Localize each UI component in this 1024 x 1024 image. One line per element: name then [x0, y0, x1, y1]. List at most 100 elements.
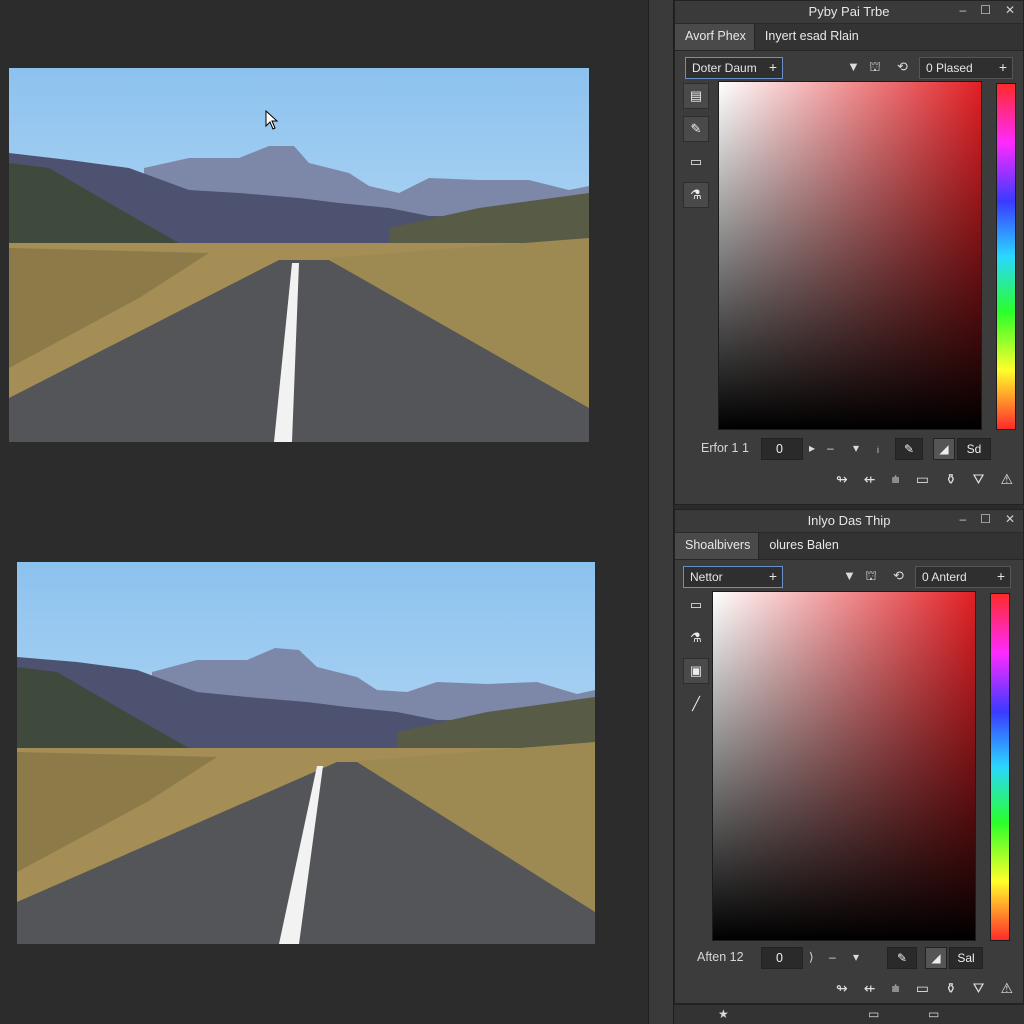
warning-icon[interactable]: ⚠: [1000, 980, 1013, 997]
canvas-area: [0, 0, 648, 1024]
color-panel-top: Pyby Pai Trbe – ☐ ✕ Avorf Phex Inyert es…: [674, 0, 1024, 505]
panel-divider[interactable]: [648, 0, 674, 1024]
minus-icon[interactable]: –: [829, 950, 836, 964]
dropdown-label: Nettor: [690, 570, 723, 584]
bottom-toolbar: ↬ ⇷ ⩧ ▭ ⚱ ⛛ ⚠: [836, 471, 1013, 488]
panel-titlebar[interactable]: Inlyo Das Thip – ☐ ✕: [675, 510, 1023, 533]
filter-icon[interactable]: ⛛: [973, 471, 985, 488]
rectangle-icon[interactable]: ▭: [916, 471, 929, 488]
value-input[interactable]: 0: [761, 947, 803, 969]
dropdown-arrow-icon[interactable]: ▾: [853, 950, 859, 964]
step-icon[interactable]: ▸: [809, 441, 815, 455]
tab-1[interactable]: Shoalbivers: [675, 533, 760, 559]
mode-field[interactable]: 0 Anterd +: [915, 566, 1011, 588]
swatch-button[interactable]: ◢: [925, 947, 947, 969]
layer-tool-icon[interactable]: ▤: [683, 83, 709, 109]
settings-button[interactable]: Sd: [957, 438, 991, 460]
color-panel-bottom: Inlyo Das Thip – ☐ ✕ Shoalbivers olures …: [674, 509, 1024, 1004]
hue-slider[interactable]: [990, 593, 1010, 941]
value-row: Erfor 1 1 0 ▸ – ▾ ᵢ ✎ ◢ Sd: [675, 436, 1023, 462]
value-input[interactable]: 0: [761, 438, 803, 460]
rotate-icon[interactable]: ⟲: [897, 59, 908, 75]
bucket-icon[interactable]: ⚱: [945, 471, 957, 488]
plus-icon: +: [768, 568, 777, 584]
color-saturation-field[interactable]: [712, 591, 976, 941]
minimize-icon[interactable]: –: [959, 512, 966, 526]
mode-label: 0 Plased: [926, 61, 973, 75]
swatch-icon: ◢: [939, 442, 949, 456]
plus-icon: +: [998, 59, 1007, 75]
landscape-image: [17, 562, 595, 944]
status-footer: ★ ▭ ▭: [674, 1004, 1024, 1024]
swatch-tool-icon[interactable]: ▭: [683, 592, 709, 618]
mode-field[interactable]: 0 Plased +: [919, 57, 1013, 79]
mouse-pointer-icon: [265, 110, 279, 130]
mode-label: 0 Anterd: [922, 570, 967, 584]
pencil-button[interactable]: ✎: [887, 947, 917, 969]
brush-tool-icon[interactable]: ✎: [683, 116, 709, 142]
equalize-icon[interactable]: ⩧: [892, 471, 900, 488]
rotate-icon[interactable]: ⟲: [893, 568, 904, 584]
panel-toolbar: Doter Daum + ▼ ⛫ ⟲ 0 Plased +: [675, 51, 1023, 83]
panel-icon[interactable]: ▭: [868, 1007, 879, 1021]
dropper-tool-icon[interactable]: ⚗: [683, 182, 709, 208]
maximize-icon[interactable]: ☐: [980, 512, 991, 526]
dropdown-arrow-icon[interactable]: ▾: [853, 441, 859, 455]
dropdown-arrow-icon[interactable]: ▼: [847, 59, 860, 74]
curve-icon[interactable]: ↬: [836, 980, 848, 997]
lock-icon[interactable]: ⛫: [869, 59, 881, 77]
layer-tool-icon[interactable]: ▣: [683, 658, 709, 684]
line-tool-icon[interactable]: ╱: [683, 691, 709, 717]
color-saturation-field[interactable]: [718, 81, 982, 430]
filter-icon[interactable]: ⛛: [973, 980, 985, 997]
star-icon[interactable]: ★: [718, 1007, 729, 1021]
info-icon[interactable]: ᵢ: [877, 441, 879, 455]
preset-dropdown[interactable]: Doter Daum +: [685, 57, 783, 79]
pencil-icon: ✎: [903, 442, 915, 456]
dropper-tool-icon[interactable]: ⚗: [683, 625, 709, 651]
minus-icon[interactable]: –: [827, 441, 834, 455]
swatch-tool-icon[interactable]: ▭: [683, 149, 709, 175]
maximize-icon[interactable]: ☐: [980, 3, 991, 17]
hue-slider[interactable]: [996, 83, 1016, 430]
tool-column: ▤ ✎ ▭ ⚗: [683, 83, 711, 215]
minimize-icon[interactable]: –: [959, 3, 966, 17]
landscape-image: [9, 68, 589, 442]
warning-icon[interactable]: ⚠: [1000, 471, 1013, 488]
photo-bottom[interactable]: [17, 562, 595, 944]
panel-tabs: Shoalbivers olures Balen: [675, 533, 1023, 560]
panel-toolbar: Nettor + ▼ ⛫ ⟲ 0 Anterd +: [675, 560, 1023, 592]
close-icon[interactable]: ✕: [1005, 512, 1015, 526]
plus-icon: +: [768, 59, 777, 75]
bucket-icon[interactable]: ⚱: [945, 980, 957, 997]
arrow-icon[interactable]: ⇷: [864, 980, 876, 997]
bottom-toolbar: ↬ ⇷ ⩧ ▭ ⚱ ⛛ ⚠: [836, 980, 1013, 997]
dropdown-label: Doter Daum: [692, 61, 757, 75]
settings-button[interactable]: Sal: [949, 947, 983, 969]
swatch-button[interactable]: ◢: [933, 438, 955, 460]
panel-titlebar[interactable]: Pyby Pai Trbe – ☐ ✕: [675, 1, 1023, 24]
tool-column: ▭ ⚗ ▣ ╱: [683, 592, 711, 724]
panel-icon[interactable]: ▭: [928, 1007, 939, 1021]
value-row: Aften 12 0 ⟩ – ▾ ✎ ◢ Sal: [675, 945, 1023, 971]
equalize-icon[interactable]: ⩧: [892, 980, 900, 997]
arrow-icon[interactable]: ⇷: [864, 471, 876, 488]
rectangle-icon[interactable]: ▭: [916, 980, 929, 997]
tab-2[interactable]: olures Balen: [759, 533, 847, 559]
swatch-icon: ◢: [931, 951, 941, 965]
plus-icon: +: [996, 568, 1005, 584]
pencil-button[interactable]: ✎: [895, 438, 923, 460]
dropdown-arrow-icon[interactable]: ▼: [843, 568, 856, 583]
tab-2[interactable]: Inyert esad Rlain: [755, 24, 867, 50]
panel-tabs: Avorf Phex Inyert esad Rlain: [675, 24, 1023, 51]
tab-1[interactable]: Avorf Phex: [675, 24, 755, 50]
lock-icon[interactable]: ⛫: [865, 568, 877, 586]
photo-top[interactable]: [9, 68, 589, 442]
value-label: Aften 12: [697, 950, 744, 964]
pencil-icon: ✎: [896, 951, 908, 965]
step-icon[interactable]: ⟩: [809, 950, 814, 964]
preset-dropdown[interactable]: Nettor +: [683, 566, 783, 588]
value-label: Erfor 1 1: [701, 441, 749, 455]
curve-icon[interactable]: ↬: [836, 471, 848, 488]
close-icon[interactable]: ✕: [1005, 3, 1015, 17]
